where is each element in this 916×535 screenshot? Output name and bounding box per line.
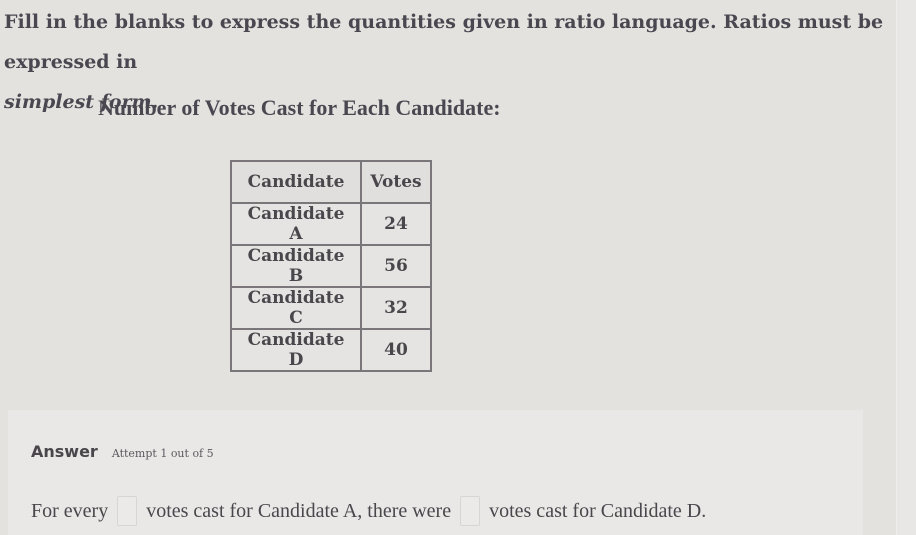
table-row: Candidate A 24	[230, 202, 432, 246]
header-candidate: Candidate	[230, 160, 362, 204]
candidate-name: Candidate A	[230, 202, 362, 246]
table-row: Candidate C 32	[230, 286, 432, 330]
sentence-part-1: For every	[31, 499, 109, 522]
table-row: Candidate D 40	[230, 328, 432, 372]
sentence-part-2: votes cast for Candidate A, there were	[146, 499, 452, 522]
candidate-name: Candidate B	[230, 244, 362, 288]
sentence-part-3: votes cast for Candidate D.	[489, 499, 707, 522]
table-row: Candidate B 56	[230, 244, 432, 288]
candidate-votes: 56	[360, 244, 432, 288]
header-votes: Votes	[360, 160, 432, 204]
answer-header: Answer Attempt 1 out of 5	[31, 442, 214, 461]
candidate-name: Candidate C	[230, 286, 362, 330]
candidate-d-votes-input[interactable]	[460, 496, 481, 526]
candidate-a-votes-input[interactable]	[117, 496, 138, 526]
candidate-name: Candidate D	[230, 328, 362, 372]
table-title: Number of Votes Cast for Each Candidate:	[98, 95, 501, 120]
votes-table: Candidate Votes Candidate A 24 Candidate…	[230, 160, 432, 372]
candidate-votes: 40	[360, 328, 432, 372]
candidate-votes: 32	[360, 286, 432, 330]
answer-panel: Answer Attempt 1 out of 5 For every vote…	[8, 410, 863, 535]
attempt-counter: Attempt 1 out of 5	[111, 447, 214, 460]
table-header-row: Candidate Votes	[230, 160, 432, 204]
answer-label: Answer	[31, 442, 98, 461]
answer-sentence: For every votes cast for Candidate A, th…	[31, 496, 706, 526]
instructions-text: Fill in the blanks to express the quanti…	[4, 11, 884, 73]
candidate-votes: 24	[360, 202, 432, 246]
page-edge	[896, 0, 916, 535]
